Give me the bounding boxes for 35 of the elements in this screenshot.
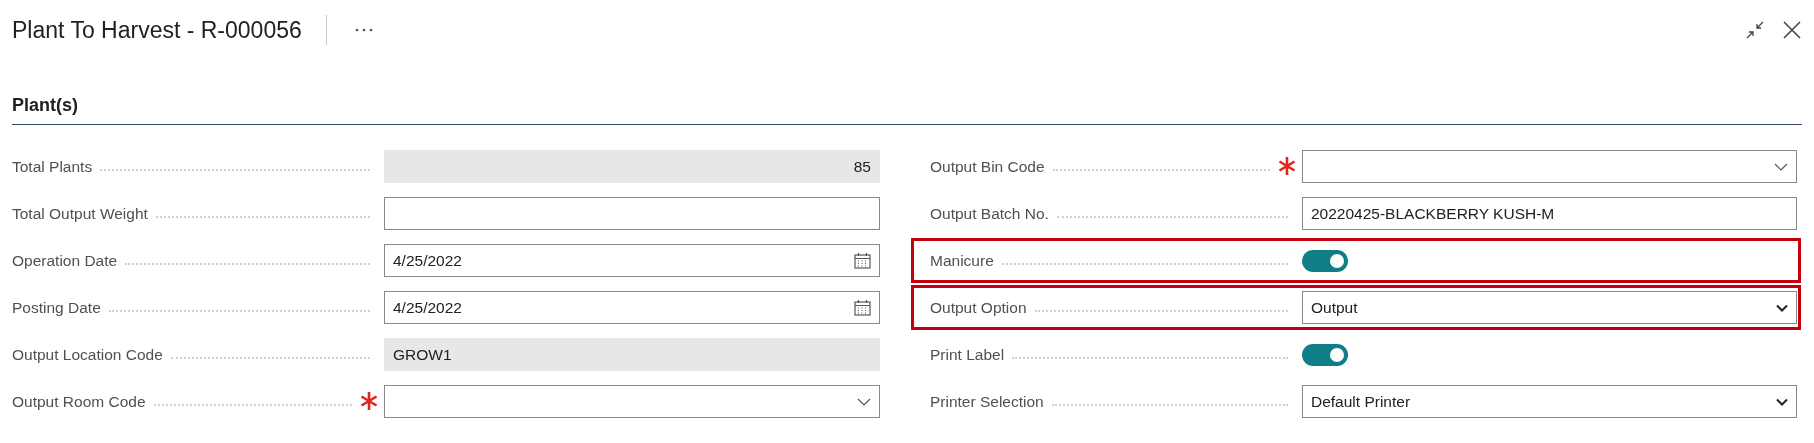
field-label: Output Location Code <box>12 345 163 364</box>
field-label: Output Room Code <box>12 392 146 411</box>
field-label: Output Batch No. <box>930 204 1049 223</box>
toggle-switch[interactable] <box>1302 249 1348 272</box>
date-field[interactable]: 4/25/2022 <box>384 291 880 324</box>
field-label: Printer Selection <box>930 392 1044 411</box>
input-field: GROW1 <box>384 338 880 371</box>
field-label: Print Label <box>930 345 1005 364</box>
calendar-icon[interactable] <box>854 252 871 269</box>
field-label: Posting Date <box>12 298 101 317</box>
page-title: Plant To Harvest - R-000056 <box>12 15 327 45</box>
chevron-down-icon[interactable] <box>1774 162 1788 171</box>
field-label: Output Option <box>930 298 1027 317</box>
dropdown-field[interactable]: Default Printer <box>1302 385 1797 418</box>
field-label: Operation Date <box>12 251 118 270</box>
field-label: Total Output Weight <box>12 204 148 223</box>
dropdown-field[interactable]: Output <box>1302 291 1797 324</box>
field-label: Output Bin Code <box>930 157 1045 176</box>
field-label: Manicure <box>930 251 994 270</box>
field-label: Total Plants <box>12 157 93 176</box>
input-field: 85 <box>384 150 880 183</box>
dropdown-field[interactable] <box>1302 150 1797 183</box>
input-field[interactable]: 20220425-BLACKBERRY KUSH-M <box>1302 197 1797 230</box>
section-heading: Plant(s) <box>12 94 1802 125</box>
date-field[interactable]: 4/25/2022 <box>384 244 880 277</box>
chevron-down-icon[interactable] <box>1776 303 1788 312</box>
input-field[interactable] <box>384 197 880 230</box>
calendar-icon[interactable] <box>854 299 871 316</box>
collapse-icon[interactable] <box>1746 21 1764 39</box>
chevron-down-icon[interactable] <box>857 397 871 406</box>
toggle-switch[interactable] <box>1302 343 1348 366</box>
chevron-down-icon[interactable] <box>1776 397 1788 406</box>
dropdown-field[interactable] <box>384 385 880 418</box>
more-icon[interactable] <box>354 28 373 32</box>
close-icon[interactable] <box>1782 20 1802 40</box>
